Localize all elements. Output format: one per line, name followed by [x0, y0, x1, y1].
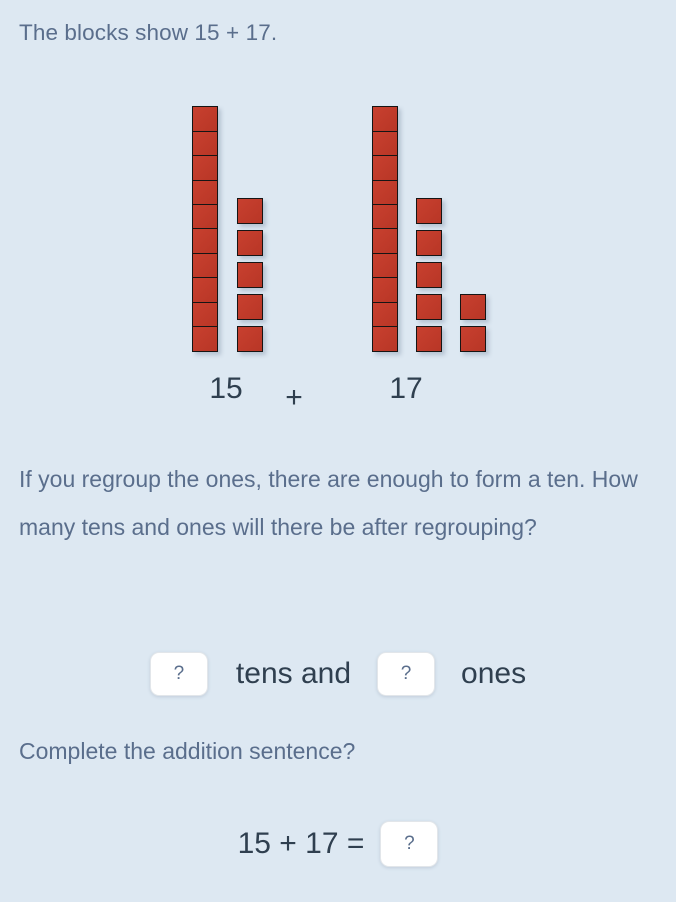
- equation-expression: 15 + 17 =: [237, 827, 365, 860]
- block-group-second-addend: 17: [364, 84, 494, 414]
- unit-cube: [372, 252, 398, 279]
- tens-answer-input[interactable]: ?: [149, 652, 208, 696]
- unit-cube: [192, 179, 218, 206]
- page-title: The blocks show 15 + 17.: [19, 20, 278, 45]
- unit-cube: [192, 203, 218, 230]
- ones-column: [237, 198, 263, 352]
- ones-label: ones: [461, 657, 527, 690]
- unit-cube: [416, 230, 442, 256]
- unit-cube: [237, 326, 263, 352]
- unit-cube: [416, 326, 442, 352]
- unit-cube: [192, 301, 218, 328]
- ones-column: [460, 294, 486, 352]
- unit-cube: [372, 301, 398, 328]
- sum-answer-input[interactable]: ?: [380, 821, 439, 867]
- tens-label: tens and: [235, 657, 352, 690]
- unit-cube: [192, 130, 218, 157]
- unit-cube: [237, 262, 263, 288]
- unit-cube: [237, 230, 263, 256]
- unit-cube: [372, 179, 398, 206]
- unit-cube: [416, 262, 442, 288]
- unit-cube: [192, 326, 218, 352]
- unit-cube: [416, 294, 442, 320]
- question-text: If you regroup the ones, there are enoug…: [19, 466, 638, 540]
- unit-cube: [192, 252, 218, 279]
- unit-cube: [192, 106, 218, 133]
- unit-cube: [460, 326, 486, 352]
- unit-cube: [372, 203, 398, 230]
- unit-cube: [372, 326, 398, 352]
- tens-rod: [192, 106, 218, 352]
- unit-cube: [192, 277, 218, 304]
- block-group-first-addend: 15: [184, 84, 294, 414]
- regroup-answer-row: ? tens and ? ones: [0, 645, 676, 703]
- unit-cube: [237, 198, 263, 224]
- base-ten-blocks-diagram: 15 + 17: [0, 84, 676, 414]
- math-problem-page: The blocks show 15 + 17. 15 + 17 If you …: [0, 0, 676, 902]
- sentence-prompt-text: Complete the addition sentence?: [19, 738, 356, 764]
- unit-cube: [416, 198, 442, 224]
- unit-cube: [237, 294, 263, 320]
- unit-cube: [372, 155, 398, 182]
- unit-cube: [460, 294, 486, 320]
- plus-operator-icon: +: [285, 381, 303, 414]
- ones-answer-input[interactable]: ?: [377, 652, 436, 696]
- block-group-label-second: 17: [389, 372, 423, 405]
- unit-cube: [192, 228, 218, 255]
- ones-column: [416, 198, 442, 352]
- unit-cube: [372, 228, 398, 255]
- unit-cube: [192, 155, 218, 182]
- unit-cube: [372, 277, 398, 304]
- block-group-label-first: 15: [209, 372, 243, 405]
- unit-cube: [372, 130, 398, 157]
- unit-cube: [372, 106, 398, 133]
- equation-row: 15 + 17 = ?: [0, 816, 676, 872]
- tens-rod: [372, 106, 398, 352]
